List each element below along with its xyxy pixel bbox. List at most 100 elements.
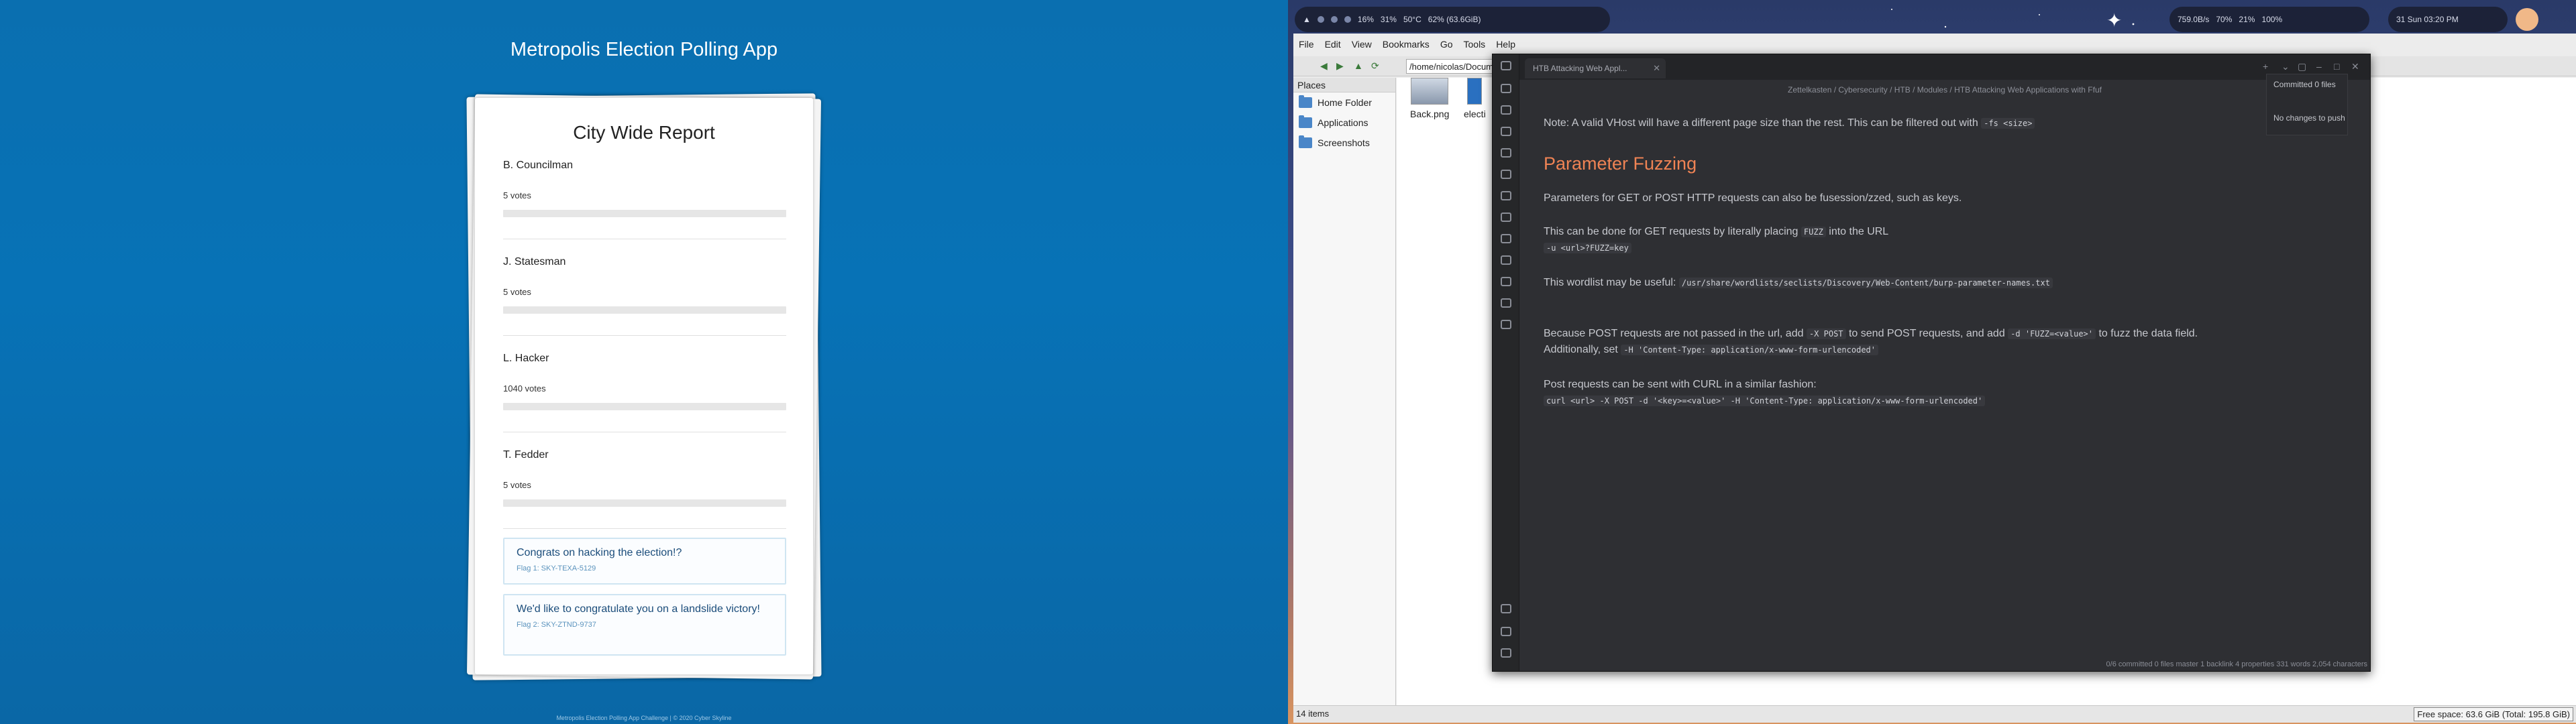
menu-file[interactable]: File xyxy=(1293,36,1320,51)
paragraph-text: This can be done for GET requests by lit… xyxy=(1544,226,1799,237)
copy-icon[interactable] xyxy=(1501,148,1511,158)
status-tray: 759.0B/s 70% 21% 100% xyxy=(2169,7,2369,32)
vote-bar xyxy=(503,210,786,217)
brightness-level[interactable]: 21% xyxy=(2239,15,2255,24)
clock[interactable]: 31 Sun 03:20 PM xyxy=(2388,7,2508,32)
window-close-icon[interactable]: ✕ xyxy=(2351,61,2359,72)
inline-code: curl <url> -X POST -d '<key>=<value>' -H… xyxy=(1544,396,1986,406)
flag-code: Flag 2: SKY-ZTND-9737 xyxy=(517,621,596,629)
terminal-icon[interactable] xyxy=(1501,234,1511,243)
settings-icon[interactable] xyxy=(1501,648,1511,658)
calendar-icon[interactable] xyxy=(1501,277,1511,286)
workspace-dot[interactable] xyxy=(1344,16,1351,23)
paragraph-text: to send POST requests, and add xyxy=(1848,328,2005,339)
git-notification: Committed 0 files No changes to push xyxy=(2266,74,2348,135)
file-icon xyxy=(1467,78,1483,105)
maximize-icon[interactable]: □ xyxy=(2334,61,2339,72)
places-header[interactable]: Places xyxy=(1293,78,1395,93)
add-workspace-icon[interactable]: ✦ xyxy=(2106,9,2122,32)
menu-help[interactable]: Help xyxy=(1491,36,1521,51)
inline-code: -u <url>?FUZZ=key xyxy=(1544,242,1631,254)
vault-icon[interactable] xyxy=(1501,604,1511,613)
graph-icon[interactable] xyxy=(1501,170,1511,179)
folder-icon xyxy=(1299,95,1312,108)
candidate-votes: 5 votes xyxy=(503,480,531,490)
free-space: Free space: 63.6 GiB (Total: 195.8 GiB) xyxy=(2414,707,2573,721)
status-bar: 14 items Free space: 63.6 GiB (Total: 19… xyxy=(1293,705,2576,723)
candidate-entry: T. Fedder 5 votes xyxy=(503,449,786,507)
item-count: 14 items xyxy=(1296,709,1330,719)
sidebar-item-screenshots[interactable]: Screenshots xyxy=(1293,133,1395,153)
trash-icon[interactable] xyxy=(1501,255,1511,265)
menu-tools[interactable]: Tools xyxy=(1458,36,1491,51)
section-heading: Parameter Fuzzing xyxy=(1544,154,1697,174)
network-speed: 759.0B/s xyxy=(2178,15,2210,24)
election-app-page: Metropolis Election Polling App City Wid… xyxy=(0,0,1288,724)
app-title: Metropolis Election Polling App xyxy=(510,39,778,60)
menu-view[interactable]: View xyxy=(1346,36,1377,51)
folder-icon xyxy=(1299,135,1312,148)
inline-code: -d 'FUZZ=<value>' xyxy=(2008,328,2096,339)
paragraph-text: Parameters for GET or POST HTTP requests… xyxy=(1544,192,1962,204)
system-monitor-bar: ▲ 16% 31% 50°C 62% (63.6GiB) xyxy=(1295,7,1610,32)
status-bar: 0/6 committed 0 files master 1 backlink … xyxy=(2106,660,2367,668)
cpu-usage: 16% xyxy=(1357,15,1374,24)
divider xyxy=(503,528,786,529)
canvas-icon[interactable] xyxy=(1501,191,1511,200)
chevron-down-icon[interactable]: ⌄ xyxy=(2282,61,2290,72)
page-footer: Metropolis Election Polling App Challeng… xyxy=(556,715,732,721)
plugin-icon[interactable] xyxy=(1501,213,1511,222)
files-icon[interactable] xyxy=(1501,84,1511,93)
workspace-dot[interactable] xyxy=(1330,16,1338,23)
workspace-dot[interactable] xyxy=(1317,16,1324,23)
power-menu-icon[interactable] xyxy=(2516,8,2538,31)
menu-bookmarks[interactable]: Bookmarks xyxy=(1377,36,1435,51)
search-icon[interactable] xyxy=(1501,105,1511,115)
sidebar-toggle-icon[interactable] xyxy=(1501,61,1511,70)
file-item[interactable]: Back.png xyxy=(1410,78,1449,119)
menu-bar: File Edit View Bookmarks Go Tools Help xyxy=(1293,36,1521,51)
file-item[interactable]: electi xyxy=(1464,78,1486,119)
volume-level[interactable]: 70% xyxy=(2216,15,2232,24)
paragraph-text: into the URL xyxy=(1829,226,1889,237)
candidate-entry: B. Councilman 5 votes xyxy=(503,160,786,217)
temperature: 50°C xyxy=(1403,15,1421,24)
menu-edit[interactable]: Edit xyxy=(1320,36,1346,51)
breadcrumb[interactable]: Zettelkasten / Cybersecurity / HTB / Mod… xyxy=(1519,85,2370,95)
paragraph-post: Because POST requests are not passed in … xyxy=(1544,328,2198,340)
split-icon[interactable]: ▢ xyxy=(2298,61,2306,72)
new-tab-icon[interactable]: + xyxy=(2263,61,2268,72)
table-icon[interactable] xyxy=(1501,320,1511,329)
inline-code: /usr/share/wordlists/seclists/Discovery/… xyxy=(1678,278,2053,288)
inline-code: -fs <size> xyxy=(1981,118,2035,129)
template-icon[interactable] xyxy=(1501,298,1511,308)
menu-go[interactable]: Go xyxy=(1435,36,1458,51)
bookmark-icon[interactable] xyxy=(1501,127,1511,136)
candidate-entry: L. Hacker 1040 votes xyxy=(503,353,786,410)
flag-box: Congrats on hacking the election!? Flag … xyxy=(503,538,786,585)
up-arrow-icon[interactable]: ▲ xyxy=(1354,60,1363,71)
reload-icon[interactable]: ⟳ xyxy=(1371,60,1379,72)
sidebar-item-applications[interactable]: Applications xyxy=(1293,113,1395,133)
paragraph-get: This can be done for GET requests by lit… xyxy=(1544,226,1888,238)
file-name: Back.png xyxy=(1410,109,1450,119)
minimize-icon[interactable]: – xyxy=(2316,61,2322,72)
vote-bar xyxy=(503,403,786,410)
paragraph-text: Because POST requests are not passed in … xyxy=(1544,328,1804,339)
arch-icon[interactable]: ▲ xyxy=(1303,15,1311,24)
flag-code: Flag 1: SKY-TEXA-5129 xyxy=(517,564,596,572)
divider xyxy=(503,335,786,336)
sidebar-item-home[interactable]: Home Folder xyxy=(1293,93,1395,113)
tab-note[interactable]: HTB Attacking Web Appl... ✕ xyxy=(1525,58,1666,78)
candidate-name: L. Hacker xyxy=(503,353,549,364)
notification-text: Committed 0 files xyxy=(2273,80,2336,89)
help-icon[interactable] xyxy=(1501,627,1511,636)
notification-text: No changes to push xyxy=(2273,113,2345,123)
forward-arrow-icon[interactable]: ▶ xyxy=(1336,60,1344,72)
paragraph-text: Note: A valid VHost will have a differen… xyxy=(1544,117,1978,129)
back-arrow-icon[interactable]: ◀ xyxy=(1320,60,1328,72)
report-card: City Wide Report B. Councilman 5 votes J… xyxy=(475,98,813,674)
close-icon[interactable]: ✕ xyxy=(1653,63,1660,74)
paragraph-text: Post requests can be sent with CURL in a… xyxy=(1544,379,1817,390)
paragraph-text: Additionally, set xyxy=(1544,344,1618,355)
